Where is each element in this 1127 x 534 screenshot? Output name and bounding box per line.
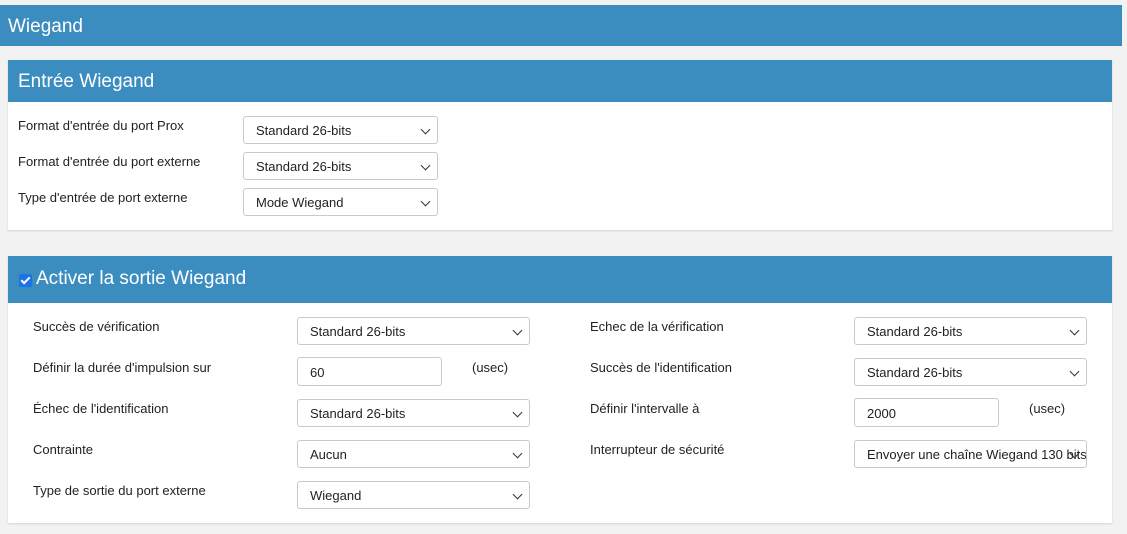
pulse-duration-label: Définir la durée d'impulsion sur [33, 360, 212, 375]
wiegand-page: Wiegand Entrée Wiegand Format d'entrée d… [0, 0, 1127, 534]
external-format-select[interactable]: Standard 26-bits [243, 152, 438, 180]
output-panel-title: Activer la sortie Wiegand [36, 268, 247, 289]
chevron-down-icon [420, 124, 431, 135]
chevron-down-icon [1069, 325, 1080, 336]
input-panel-title: Entrée Wiegand [8, 60, 1112, 102]
verify-failure-value: Standard 26-bits [867, 324, 963, 339]
ident-failure-select[interactable]: Standard 26-bits [297, 399, 530, 427]
external-input-type-value: Mode Wiegand [256, 195, 344, 210]
output-panel: Activer la sortie Wiegand Succès de véri… [8, 256, 1112, 523]
enable-output-checkbox[interactable] [19, 274, 32, 287]
external-input-type-label: Type d'entrée de port externe [18, 190, 188, 205]
external-input-type-select[interactable]: Mode Wiegand [243, 188, 438, 216]
page-title: Wiegand [0, 5, 1122, 46]
chevron-down-icon [512, 325, 523, 336]
chevron-down-icon [1069, 366, 1080, 377]
ident-success-select[interactable]: Standard 26-bits [854, 358, 1087, 386]
external-format-label: Format d'entrée du port externe [18, 154, 201, 169]
verify-failure-label: Echec de la vérification [590, 319, 724, 334]
duress-label: Contrainte [33, 442, 93, 457]
external-output-type-select[interactable]: Wiegand [297, 481, 530, 509]
chevron-down-icon [420, 196, 431, 207]
duress-value: Aucun [310, 447, 347, 462]
tamper-switch-label: Interrupteur de sécurité [590, 442, 725, 457]
prox-format-label: Format d'entrée du port Prox [18, 118, 184, 133]
external-output-type-label: Type de sortie du port externe [33, 483, 206, 498]
verify-success-value: Standard 26-bits [310, 324, 406, 339]
verify-failure-select[interactable]: Standard 26-bits [854, 317, 1087, 345]
output-panel-header: Activer la sortie Wiegand [8, 256, 1112, 303]
external-format-value: Standard 26-bits [256, 159, 352, 174]
chevron-down-icon [512, 407, 523, 418]
chevron-down-icon [512, 489, 523, 500]
duress-select[interactable]: Aucun [297, 440, 530, 468]
ident-success-label: Succès de l'identification [590, 360, 732, 375]
interval-unit: (usec) [1029, 401, 1066, 416]
prox-format-select[interactable]: Standard 26-bits [243, 116, 438, 144]
external-output-type-value: Wiegand [310, 488, 362, 503]
verify-success-label: Succès de vérification [33, 319, 160, 334]
chevron-down-icon [512, 448, 523, 459]
ident-failure-value: Standard 26-bits [310, 406, 406, 421]
tamper-switch-select[interactable]: Envoyer une chaîne Wiegand 130 bits [854, 440, 1087, 468]
chevron-down-icon [420, 160, 431, 171]
interval-label: Définir l'intervalle à [590, 401, 700, 416]
prox-format-value: Standard 26-bits [256, 123, 352, 138]
tamper-switch-value: Envoyer une chaîne Wiegand 130 bits [867, 447, 1087, 462]
pulse-duration-unit: (usec) [472, 360, 509, 375]
ident-success-value: Standard 26-bits [867, 365, 963, 380]
verify-success-select[interactable]: Standard 26-bits [297, 317, 530, 345]
pulse-duration-input[interactable]: 60 [297, 357, 442, 386]
ident-failure-label: Échec de l'identification [33, 401, 169, 416]
interval-input[interactable]: 2000 [854, 398, 999, 427]
input-panel: Entrée Wiegand Format d'entrée du port P… [8, 60, 1112, 230]
